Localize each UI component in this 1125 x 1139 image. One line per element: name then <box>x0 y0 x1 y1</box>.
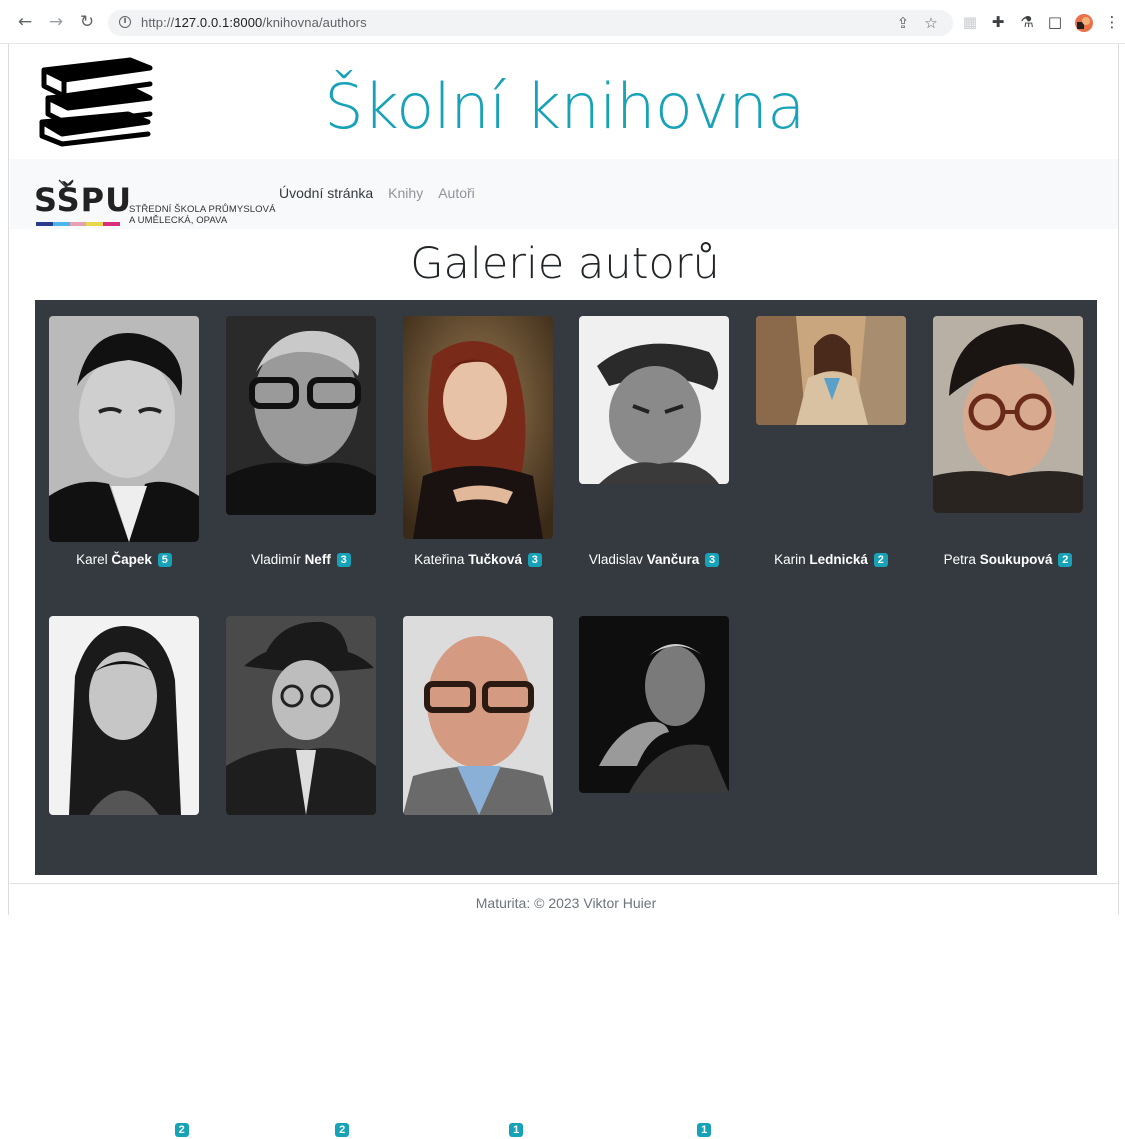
nav-link-authors[interactable]: Autoři <box>438 185 475 201</box>
share-icon[interactable]: ⇪ <box>894 14 912 32</box>
window-edge-left <box>8 44 9 915</box>
author-portrait[interactable] <box>49 616 199 815</box>
school-color-bars <box>36 222 120 226</box>
book-count-badge: 5 <box>157 553 172 567</box>
author-caption: Kateřina Tučková 3 <box>383 551 573 569</box>
author-portrait[interactable] <box>49 316 199 542</box>
lab-flask-icon[interactable]: ⚗ <box>1018 13 1036 31</box>
author-caption: Karin Lednická 2 <box>736 551 926 569</box>
back-icon[interactable]: ← <box>16 13 34 31</box>
menu-kebab-icon[interactable]: ⋮ <box>1103 13 1121 31</box>
nav-link-books[interactable]: Knihy <box>388 185 423 201</box>
book-count-badge: 3 <box>704 553 720 567</box>
bookmark-star-icon[interactable]: ☆ <box>922 14 940 32</box>
footer-divider <box>10 883 1118 884</box>
author-gallery: Karel Čapek 5 Vladimír Neff 3 Kateřina T… <box>35 300 1097 1137</box>
forward-icon[interactable]: → <box>47 13 65 31</box>
page-heading: Galerie autorů <box>410 239 720 289</box>
book-count-badge: 1 <box>509 1123 524 1137</box>
book-count-badge: 1 <box>697 1123 712 1137</box>
author-caption: Petra Soukupová 2 <box>913 551 1103 569</box>
author-portrait[interactable] <box>579 616 729 793</box>
footer-text: Maturita: © 2023 Viktor Huier <box>475 895 657 911</box>
nav-links: Úvodní stránka Knihy Autoři <box>279 185 490 201</box>
profile-avatar-icon[interactable] <box>1074 13 1093 32</box>
author-caption: Vladimír Neff 3 <box>206 551 396 569</box>
reload-icon[interactable]: ↻ <box>78 13 96 31</box>
site-info-icon[interactable]: i <box>119 16 131 28</box>
school-logo[interactable]: SŠPU STŘEDNÍ ŠKOLA PRŮMYSLOVÁ A UMĚLECKÁ… <box>22 169 277 226</box>
author-caption: Josef Čapek 2 <box>206 1121 396 1139</box>
extension-icon[interactable]: ▦ <box>961 13 979 31</box>
author-portrait[interactable] <box>226 616 376 815</box>
author-portrait[interactable] <box>756 316 906 425</box>
side-panel-icon[interactable]: □ <box>1046 13 1064 31</box>
site-title: Školní knihovna <box>324 70 805 143</box>
extensions-puzzle-icon[interactable]: ✚ <box>989 13 1007 31</box>
author-caption: Karel Čapek 5 <box>29 551 219 569</box>
navbar: SŠPU STŘEDNÍ ŠKOLA PRŮMYSLOVÁ A UMĚLECKÁ… <box>10 159 1118 229</box>
url-text: http://127.0.0.1:8000/knihovna/authors <box>141 15 367 30</box>
author-caption: Božena Němcová 2 <box>29 1121 219 1139</box>
book-count-badge: 2 <box>174 1123 189 1137</box>
school-name: STŘEDNÍ ŠKOLA PRŮMYSLOVÁ A UMĚLECKÁ, OPA… <box>129 204 276 226</box>
author-portrait[interactable] <box>403 316 553 539</box>
address-bar[interactable]: i http://127.0.0.1:8000/knihovna/authors… <box>108 10 953 36</box>
author-caption: Bohumil Hrabal 1 <box>559 1121 749 1139</box>
book-count-badge: 2 <box>335 1123 350 1137</box>
book-count-badge: 2 <box>873 553 888 567</box>
author-portrait[interactable] <box>933 316 1083 513</box>
window-edge-right <box>1118 44 1119 915</box>
book-count-badge: 3 <box>527 553 542 567</box>
author-caption: Vladislav Vančura 3 <box>559 551 749 569</box>
book-count-badge: 3 <box>336 553 351 567</box>
browser-toolbar: ← → ↻ i http://127.0.0.1:8000/knihovna/a… <box>0 0 1125 44</box>
nav-link-home[interactable]: Úvodní stránka <box>279 185 373 201</box>
author-portrait[interactable] <box>403 616 553 815</box>
author-portrait[interactable] <box>226 316 376 515</box>
author-portrait[interactable] <box>579 316 729 484</box>
book-count-badge: 2 <box>1058 553 1073 567</box>
author-caption: Ondřej Neff 1 <box>383 1121 573 1139</box>
school-abbr: SŠPU <box>34 181 133 219</box>
